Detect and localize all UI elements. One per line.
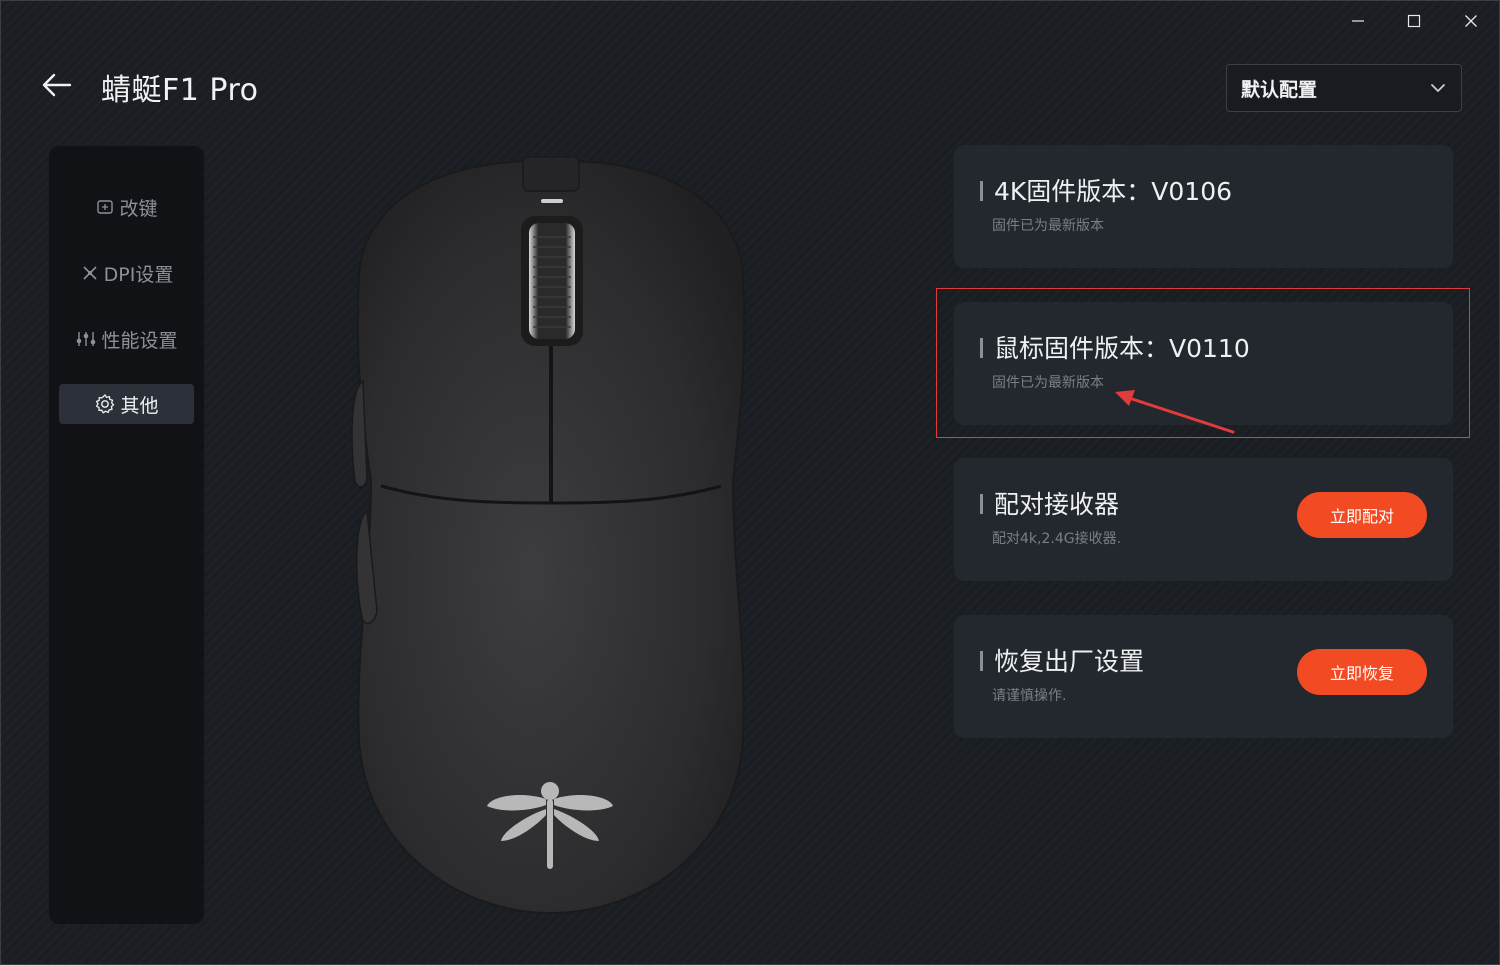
close-icon <box>1465 15 1477 27</box>
sidebar-item-other[interactable]: 其他 <box>59 384 194 424</box>
sidebar-item-performance[interactable]: 性能设置 <box>59 319 194 359</box>
card-subtitle: 请谨慎操作. <box>992 688 1067 704</box>
maximize-icon <box>1407 14 1421 28</box>
close-button[interactable] <box>1451 7 1491 35</box>
keymap-icon <box>97 200 114 214</box>
minimize-button[interactable] <box>1338 7 1378 35</box>
card-4k-firmware: 4K固件版本：V0106 固件已为最新版本 <box>954 145 1453 268</box>
sidebar-item-label: 改键 <box>119 197 158 220</box>
card-subtitle: 配对4k,2.4G接收器. <box>992 531 1122 547</box>
card-accent-bar <box>980 651 983 671</box>
card-pair-receiver: 配对接收器 配对4k,2.4G接收器. 立即配对 <box>954 458 1453 581</box>
annotation-arrow-icon <box>1115 390 1235 434</box>
sidebar-item-label: DPI设置 <box>103 263 174 286</box>
sidebar-item-label: 其他 <box>120 394 159 417</box>
card-title: 恢复出厂设置 <box>994 647 1145 676</box>
minimize-icon <box>1352 20 1364 22</box>
sidebar-item-label: 性能设置 <box>101 329 178 352</box>
config-dropdown[interactable]: 默认配置 <box>1226 64 1462 112</box>
card-accent-bar <box>980 181 983 201</box>
reset-now-button[interactable]: 立即恢复 <box>1297 649 1427 695</box>
sidebar: 改键 DPI设置 性能设置 其他 <box>49 146 204 924</box>
page-title: 蜻蜓F1 Pro <box>101 73 259 108</box>
sidebar-item-keymap[interactable]: 改键 <box>59 187 194 227</box>
card-accent-bar <box>980 494 983 514</box>
back-button[interactable] <box>39 67 75 103</box>
pair-now-button[interactable]: 立即配对 <box>1297 492 1427 538</box>
sidebar-item-dpi[interactable]: DPI设置 <box>59 253 194 293</box>
card-subtitle: 固件已为最新版本 <box>992 218 1104 234</box>
gear-icon <box>96 394 115 414</box>
dpi-icon <box>83 266 97 280</box>
sliders-icon <box>77 332 96 346</box>
maximize-button[interactable] <box>1394 7 1434 35</box>
chevron-down-icon <box>1431 84 1445 92</box>
card-title: 配对接收器 <box>994 490 1120 519</box>
card-factory-reset: 恢复出厂设置 请谨慎操作. 立即恢复 <box>954 615 1453 738</box>
card-title: 4K固件版本：V0106 <box>994 177 1233 206</box>
mouse-image <box>341 151 761 921</box>
arrow-left-icon <box>42 73 72 97</box>
config-dropdown-value: 默认配置 <box>1241 78 1318 101</box>
app-window: 蜻蜓F1 Pro 默认配置 改键 DPI设置 性能设置 其他 4K固件版本：V0… <box>0 0 1500 965</box>
